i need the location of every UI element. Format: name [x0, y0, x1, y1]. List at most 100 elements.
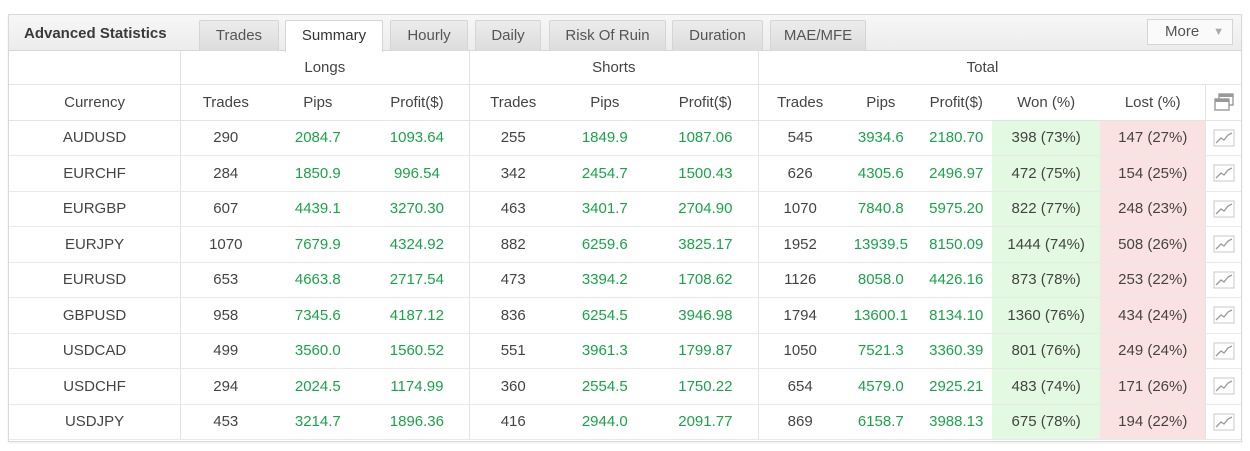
cell-shorts-trades: 463 — [469, 191, 557, 227]
cell-longs-profit: 2717.54 — [365, 262, 470, 298]
row-chart-cell[interactable] — [1205, 262, 1241, 298]
cell-total-profit: 2180.70 — [920, 120, 993, 156]
cell-longs-profit: 1093.64 — [365, 120, 470, 156]
group-icon-spacer — [1205, 51, 1241, 85]
cell-total-trades: 626 — [758, 155, 842, 192]
cell-currency: EURJPY — [9, 226, 182, 263]
line-chart-icon[interactable] — [1213, 342, 1235, 360]
table-row: AUDUSD 290 2084.7 1093.64 255 1849.9 1087.06 54… — [9, 120, 1241, 156]
row-chart-cell[interactable] — [1205, 226, 1241, 263]
cell-longs-trades: 290 — [180, 120, 271, 156]
cell-longs-profit: 4187.12 — [365, 297, 470, 334]
cell-total-pips: 8058.0 — [841, 262, 921, 298]
line-chart-icon[interactable] — [1213, 129, 1235, 147]
line-chart-icon[interactable] — [1213, 235, 1235, 253]
row-chart-cell[interactable] — [1205, 155, 1241, 192]
table-body: AUDUSD 290 2084.7 1093.64 255 1849.9 1087.06 54… — [9, 120, 1241, 440]
cell-total-pips: 6158.7 — [841, 404, 921, 440]
cell-shorts-pips: 2554.5 — [556, 368, 653, 405]
col-shorts-trades: Trades — [469, 84, 557, 121]
column-header-row: Currency Trades Pips Profit($) Trades Pi… — [9, 84, 1241, 121]
cell-total-trades: 1070 — [758, 191, 842, 227]
table-row: GBPUSD 958 7345.6 4187.12 836 6254.5 3946.98 17… — [9, 297, 1241, 334]
row-chart-cell[interactable] — [1205, 368, 1241, 405]
cell-shorts-trades: 255 — [469, 120, 557, 156]
line-chart-icon[interactable] — [1213, 271, 1235, 289]
group-shorts: Shorts — [469, 51, 760, 85]
cell-longs-pips: 2084.7 — [270, 120, 366, 156]
cell-longs-trades: 294 — [180, 368, 271, 405]
tab-daily[interactable]: Daily — [475, 20, 541, 51]
tab-risk-of-ruin[interactable]: Risk Of Ruin — [549, 20, 666, 51]
cell-shorts-trades: 342 — [469, 155, 557, 192]
cell-longs-profit: 4324.92 — [365, 226, 470, 263]
row-chart-cell[interactable] — [1205, 333, 1241, 369]
tab-hourly[interactable]: Hourly — [390, 20, 468, 51]
row-chart-cell[interactable] — [1205, 191, 1241, 227]
cell-won: 873 (78%) — [992, 262, 1101, 298]
cell-total-profit: 4426.16 — [920, 262, 993, 298]
col-longs-trades: Trades — [180, 84, 271, 121]
cell-currency: EURUSD — [9, 262, 182, 298]
table-row: USDJPY 453 3214.7 1896.36 416 2944.0 2091.77 86… — [9, 404, 1241, 440]
cell-longs-pips: 7679.9 — [270, 226, 366, 263]
stacked-windows-icon[interactable] — [1213, 92, 1235, 112]
line-chart-icon[interactable] — [1213, 413, 1235, 431]
cell-longs-trades: 499 — [180, 333, 271, 369]
cell-shorts-profit: 3946.98 — [652, 297, 760, 334]
cell-longs-pips: 7345.6 — [270, 297, 366, 334]
cell-longs-trades: 1070 — [180, 226, 271, 263]
cell-total-pips: 13939.5 — [841, 226, 921, 263]
summary-table: Longs Shorts Total Currency Trades Pips … — [9, 51, 1241, 440]
tab-trades[interactable]: Trades — [199, 20, 279, 51]
more-button[interactable]: More ▼ — [1147, 19, 1233, 45]
more-button-label: More — [1165, 23, 1200, 40]
col-total-pips: Pips — [841, 84, 921, 121]
cell-shorts-pips: 6254.5 — [556, 297, 653, 334]
cell-shorts-pips: 2454.7 — [556, 155, 653, 192]
advanced-statistics-widget: Advanced Statistics Trades Summary Hourl… — [8, 14, 1242, 442]
cell-longs-trades: 958 — [180, 297, 271, 334]
row-chart-cell[interactable] — [1205, 297, 1241, 334]
line-chart-icon[interactable] — [1213, 377, 1235, 395]
cell-shorts-trades: 416 — [469, 404, 557, 440]
row-chart-cell[interactable] — [1205, 404, 1241, 440]
cell-total-trades: 1794 — [758, 297, 842, 334]
line-chart-icon[interactable] — [1213, 164, 1235, 182]
cell-total-profit: 2496.97 — [920, 155, 993, 192]
col-total-trades: Trades — [758, 84, 842, 121]
cell-shorts-pips: 1849.9 — [556, 120, 653, 156]
cell-longs-pips: 2024.5 — [270, 368, 366, 405]
cell-longs-pips: 3214.7 — [270, 404, 366, 440]
cell-won: 1444 (74%) — [992, 226, 1101, 263]
col-lost: Lost (%) — [1100, 84, 1206, 121]
cell-total-profit: 8134.10 — [920, 297, 993, 334]
col-currency: Currency — [9, 84, 182, 121]
table-toggle-cell[interactable] — [1205, 84, 1241, 121]
cell-longs-pips: 3560.0 — [270, 333, 366, 369]
tab-mae-mfe[interactable]: MAE/MFE — [770, 20, 866, 51]
cell-longs-profit: 996.54 — [365, 155, 470, 192]
table-row: EURUSD 653 4663.8 2717.54 473 3394.2 1708.62 11… — [9, 262, 1241, 298]
cell-shorts-pips: 3394.2 — [556, 262, 653, 298]
cell-shorts-trades: 882 — [469, 226, 557, 263]
cell-total-pips: 4305.6 — [841, 155, 921, 192]
cell-longs-pips: 4439.1 — [270, 191, 366, 227]
line-chart-icon[interactable] — [1213, 200, 1235, 218]
cell-total-profit: 3988.13 — [920, 404, 993, 440]
cell-shorts-trades: 836 — [469, 297, 557, 334]
group-header-row: Longs Shorts Total — [9, 51, 1241, 85]
cell-shorts-trades: 551 — [469, 333, 557, 369]
line-chart-icon[interactable] — [1213, 306, 1235, 324]
cell-won: 801 (76%) — [992, 333, 1101, 369]
tab-summary[interactable]: Summary — [285, 20, 383, 52]
tab-duration[interactable]: Duration — [672, 20, 763, 51]
row-chart-cell[interactable] — [1205, 120, 1241, 156]
cell-total-trades: 545 — [758, 120, 842, 156]
cell-won: 472 (75%) — [992, 155, 1101, 192]
cell-shorts-pips: 2944.0 — [556, 404, 653, 440]
cell-shorts-profit: 2704.90 — [652, 191, 760, 227]
table-row: USDCAD 499 3560.0 1560.52 551 3961.3 1799.87 10… — [9, 333, 1241, 369]
cell-total-trades: 1952 — [758, 226, 842, 263]
cell-won: 1360 (76%) — [992, 297, 1101, 334]
